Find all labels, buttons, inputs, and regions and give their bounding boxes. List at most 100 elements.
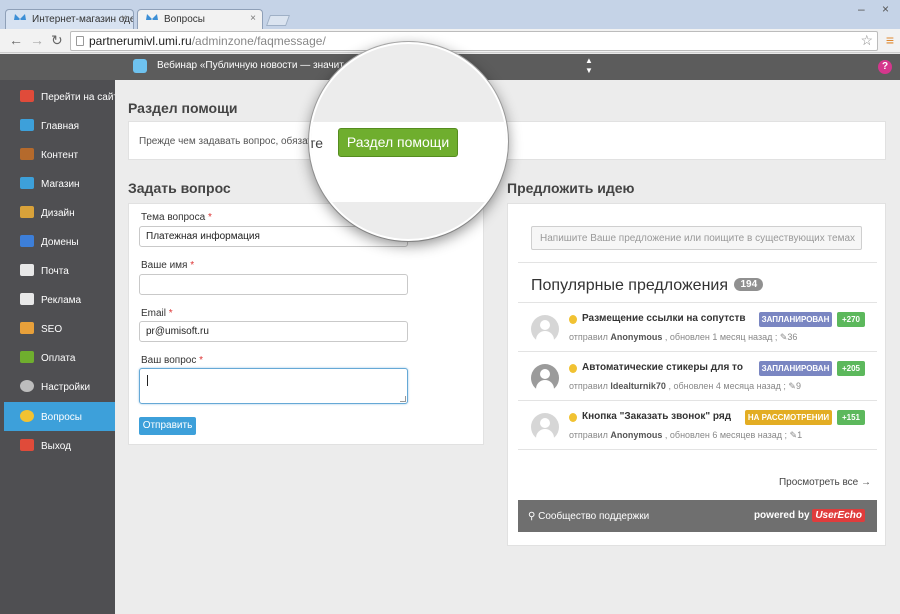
- sidebar-item-label: Почта: [41, 266, 69, 277]
- comment-icon: ✎: [788, 381, 796, 391]
- search-icon: ⚲: [528, 511, 536, 522]
- url-host: partnerumivl.umi.ru: [89, 34, 192, 48]
- votes-badge[interactable]: +205: [837, 361, 865, 376]
- tab-close-icon[interactable]: ×: [250, 13, 256, 24]
- sidebar-item-shop[interactable]: Магазин: [4, 169, 115, 198]
- name-input[interactable]: [139, 274, 408, 295]
- page-icon: [76, 36, 84, 46]
- sidebar-item-payment[interactable]: Оплата: [4, 343, 115, 372]
- app-window: Интернет-магазин одеж × Вопросы × – × ← …: [0, 0, 900, 614]
- suggestion-item[interactable]: Автоматические стикеры для то ЗАПЛАНИРОВ…: [531, 360, 871, 404]
- votes-badge[interactable]: +270: [837, 312, 865, 327]
- help-section-button[interactable]: Раздел помощи: [338, 128, 458, 157]
- news-ticker[interactable]: Вебинар «Публичную новости — значит, сущ…: [157, 60, 362, 71]
- palette-icon: [20, 206, 34, 218]
- suggestion-title[interactable]: Автоматические стикеры для то: [582, 362, 755, 373]
- resize-grip-icon[interactable]: [400, 396, 406, 402]
- sidebar-item-label: Настройки: [41, 382, 91, 393]
- divider: [518, 302, 877, 303]
- status-badge: НА РАССМОТРЕНИИ: [745, 410, 832, 425]
- new-tab-button[interactable]: [265, 15, 291, 26]
- sidebar-item-domains[interactable]: Домены: [4, 227, 115, 256]
- address-bar[interactable]: partnerumivl.umi.ru/adminzone/faqmessage…: [70, 31, 878, 51]
- sidebar-item-label: SEO: [41, 324, 63, 335]
- gear-icon: [20, 380, 34, 392]
- bookmark-star-icon[interactable]: ☆: [860, 32, 873, 49]
- avatar: [531, 315, 559, 343]
- browser-toolbar: ← → ↻ partnerumivl.umi.ru/adminzone/faqm…: [0, 29, 900, 53]
- suggestion-title[interactable]: Кнопка "Заказать звонок" ряд: [582, 411, 742, 422]
- suggestion-meta: отправил Anonymous , обновлен 6 месяцев …: [569, 430, 803, 440]
- tab-title: Вопросы: [164, 14, 205, 25]
- browser-menu-icon[interactable]: ≡: [886, 32, 894, 48]
- idea-search-input[interactable]: Напишите Ваше предложение или поищите в …: [531, 226, 862, 250]
- divider: [518, 351, 877, 352]
- magnifier-callout: те Раздел помощи: [309, 42, 508, 241]
- news-scroll-arrows-icon[interactable]: ▲ ▼: [585, 56, 593, 76]
- sidebar-item-questions[interactable]: Вопросы: [4, 402, 115, 431]
- text-caret: [147, 375, 148, 386]
- sidebar-item-content[interactable]: Контент: [4, 140, 115, 169]
- sidebar-item-seo[interactable]: SEO: [4, 314, 115, 343]
- back-arrow-icon[interactable]: ←: [9, 32, 23, 48]
- main-content: Раздел помощи Прежде чем задавать вопрос…: [115, 80, 900, 614]
- sidebar-item-label: Домены: [41, 237, 79, 248]
- browser-tab-shop[interactable]: Интернет-магазин одеж ×: [5, 9, 134, 29]
- sidebar-item-mail[interactable]: Почта: [4, 256, 115, 285]
- sidebar-item-label: Контент: [41, 150, 79, 161]
- reload-icon[interactable]: ↻: [51, 32, 63, 49]
- topic-label: Тема вопроса *: [141, 212, 212, 223]
- sidebar-item-main[interactable]: Главная: [4, 111, 115, 140]
- suggestion-meta: отправил Anonymous , обновлен 1 месяц на…: [569, 332, 798, 342]
- magnified-text: те: [309, 135, 324, 151]
- suggest-idea-title: Предложить идею: [507, 180, 635, 196]
- megaphone-icon: [20, 293, 34, 305]
- popular-count-badge: 194: [734, 278, 764, 291]
- suggestion-item[interactable]: Кнопка "Заказать звонок" ряд НА РАССМОТР…: [531, 409, 871, 453]
- sidebar-item-label: Реклама: [41, 295, 82, 306]
- minimize-button[interactable]: –: [858, 2, 865, 16]
- idea-widget: Напишите Ваше предложение или поищите в …: [507, 203, 886, 546]
- sidebar-item-ads[interactable]: Реклама: [4, 285, 115, 314]
- sidebar-item-site[interactable]: Перейти на сайт: [4, 82, 118, 111]
- question-textarea[interactable]: [139, 368, 408, 404]
- close-window-button[interactable]: ×: [882, 2, 889, 16]
- ask-question-form: Тема вопроса * Платежная информация Ваше…: [128, 203, 484, 445]
- domain-icon: [20, 235, 34, 247]
- status-badge: ЗАПЛАНИРОВАН: [759, 312, 832, 327]
- url-path: /adminzone/faqmessage/: [191, 34, 326, 48]
- sidebar-item-design[interactable]: Дизайн: [4, 198, 115, 227]
- tab-close-icon[interactable]: ×: [121, 13, 127, 24]
- help-section-title: Раздел помощи: [128, 100, 238, 116]
- comment-icon: ✎: [789, 430, 798, 440]
- name-label: Ваше имя *: [141, 260, 195, 271]
- money-icon: [20, 351, 34, 363]
- suggestion-meta: отправил ldealturnik70 , обновлен 4 меся…: [569, 381, 801, 391]
- email-input[interactable]: pr@umisoft.ru: [139, 321, 408, 342]
- tab-title: Интернет-магазин одеж: [32, 14, 134, 25]
- userecho-logo: UserEcho: [812, 509, 865, 522]
- help-icon[interactable]: ?: [878, 60, 892, 74]
- bar-chart-icon: [20, 322, 34, 334]
- votes-badge[interactable]: +151: [837, 410, 865, 425]
- divider: [518, 400, 877, 401]
- submit-button[interactable]: Отправить: [139, 417, 196, 435]
- sidebar-item-settings[interactable]: Настройки: [4, 372, 115, 401]
- suggestion-item[interactable]: Размещение ссылки на сопутств ЗАПЛАНИРОВ…: [531, 311, 871, 355]
- forward-arrow-icon[interactable]: →: [30, 32, 44, 48]
- suggestion-title[interactable]: Размещение ссылки на сопутств: [582, 313, 755, 324]
- sidebar-item-label: Магазин: [41, 179, 80, 190]
- view-all-link[interactable]: Просмотреть все →: [779, 477, 871, 488]
- browser-tab-strip: Интернет-магазин одеж × Вопросы × – ×: [0, 0, 900, 29]
- email-label: Email *: [141, 308, 173, 319]
- divider: [518, 449, 877, 450]
- status-badge: ЗАПЛАНИРОВАН: [759, 361, 832, 376]
- browser-tab-questions[interactable]: Вопросы ×: [137, 9, 263, 29]
- powered-by[interactable]: powered by UserEcho: [754, 509, 865, 522]
- idea-bulb-icon: [569, 364, 577, 373]
- sidebar-item-label: Выход: [41, 441, 71, 452]
- popular-title: Популярные предложения 194: [531, 277, 764, 295]
- sidebar-item-exit[interactable]: Выход: [4, 431, 115, 460]
- sidebar: Перейти на сайт Главная Контент Магазин …: [0, 80, 118, 614]
- community-link[interactable]: ⚲ Сообщество поддержки: [528, 511, 649, 522]
